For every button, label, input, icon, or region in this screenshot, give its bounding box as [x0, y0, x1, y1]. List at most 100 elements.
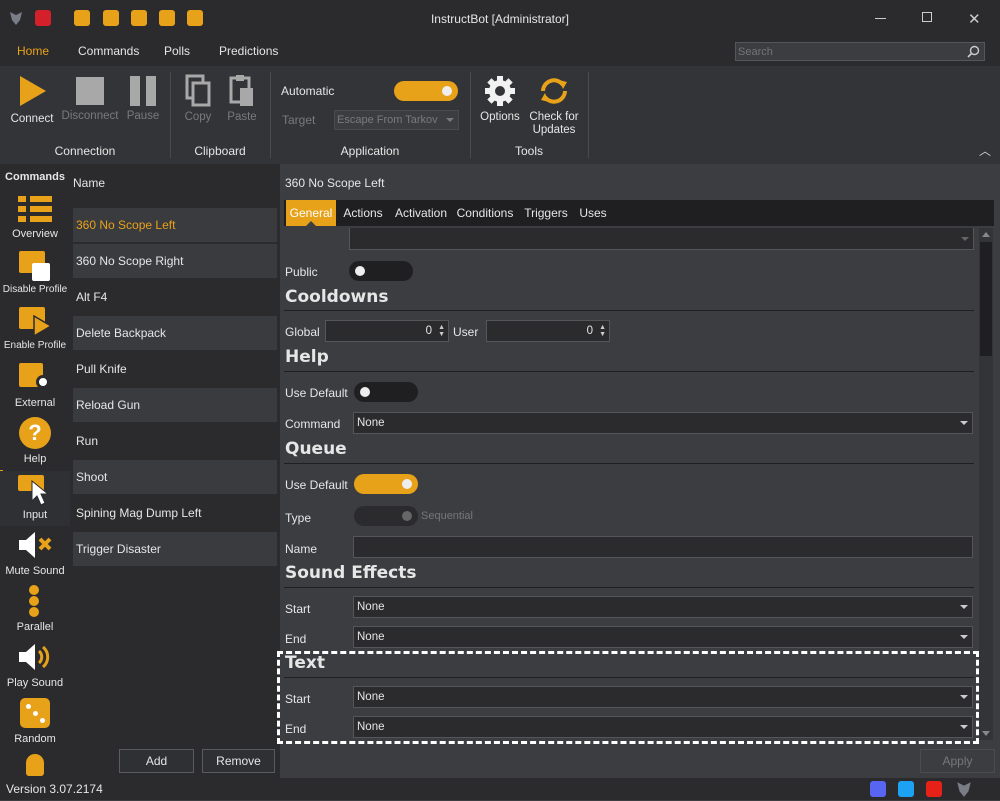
section-cooldowns: Cooldowns — [285, 287, 389, 307]
target-dropdown[interactable]: Escape From Tarkov — [334, 110, 459, 130]
text-section-highlight — [277, 651, 979, 744]
connect-button[interactable]: Connect — [6, 74, 58, 125]
global-label: Global — [285, 325, 320, 339]
editor-scrollbar[interactable] — [979, 228, 993, 740]
sfx-end-dropdown[interactable]: None — [353, 626, 973, 648]
queue-type-label: Type — [285, 511, 312, 525]
sidebar-label-play-sound: Play Sound — [6, 677, 64, 689]
sfx-start-dropdown[interactable]: None — [353, 596, 973, 618]
user-label: User — [453, 325, 479, 339]
sidebar-item-parallel[interactable]: Parallel — [0, 583, 70, 638]
automatic-label: Automatic — [281, 84, 335, 98]
help-command-label: Command — [285, 417, 341, 431]
sidebar-item-overview[interactable]: Overview — [0, 190, 70, 245]
tab-triggers[interactable]: Triggers — [522, 200, 570, 226]
global-cooldown-stepper[interactable]: 0 ▲ ▼ — [325, 320, 449, 342]
options-button[interactable]: Options — [478, 74, 522, 123]
sidebar-item-play-sound[interactable]: Play Sound — [0, 639, 70, 694]
list-item[interactable]: Spining Mag Dump Left — [73, 496, 277, 530]
list-item[interactable]: Shoot — [73, 460, 277, 494]
add-button[interactable]: Add — [119, 749, 194, 773]
tab-actions[interactable]: Actions — [340, 200, 386, 226]
disable-profile-icon — [18, 249, 52, 281]
list-item[interactable]: 360 No Scope Left — [73, 208, 277, 242]
help-command-value: None — [357, 417, 385, 429]
queue-use-default-label: Use Default — [285, 478, 348, 492]
search-icon[interactable] — [967, 45, 980, 58]
help-use-default-label: Use Default — [285, 386, 348, 400]
connect-label: Connect — [10, 113, 54, 125]
menu-polls[interactable]: Polls — [164, 44, 190, 58]
mute-sound-icon — [17, 529, 53, 561]
external-icon — [18, 361, 52, 393]
tab-uses[interactable]: Uses — [576, 200, 610, 226]
sidebar-label-disable-profile: Disable Profile — [2, 284, 68, 295]
menu-predictions[interactable]: Predictions — [219, 44, 278, 58]
list-item[interactable]: Reload Gun — [73, 388, 277, 422]
list-item[interactable]: Pull Knife — [73, 352, 277, 386]
search-input[interactable] — [738, 44, 958, 59]
public-label: Public — [285, 265, 318, 279]
enable-profile-icon — [18, 305, 52, 337]
pause-button[interactable]: Pause — [122, 74, 164, 122]
search-box[interactable] — [735, 42, 985, 61]
minimize-icon[interactable] — [875, 18, 886, 19]
check-updates-button[interactable]: Check for Updates — [526, 74, 582, 137]
queue-use-default-toggle[interactable] — [354, 474, 418, 494]
paste-label: Paste — [227, 111, 257, 123]
parallel-icon — [23, 585, 47, 617]
pause-label: Pause — [126, 110, 160, 122]
automatic-toggle[interactable] — [394, 81, 458, 101]
copy-icon — [185, 74, 211, 107]
tab-activation[interactable]: Activation — [392, 200, 450, 226]
help-icon: ? — [19, 417, 51, 449]
youtube-icon[interactable] — [926, 781, 942, 797]
list-item[interactable]: Delete Backpack — [73, 316, 277, 350]
disconnect-label: Disconnect — [61, 110, 119, 122]
maximize-icon[interactable] — [922, 12, 932, 22]
remove-button[interactable]: Remove — [202, 749, 275, 773]
version-text: Version 3.07.2174 — [6, 782, 103, 796]
list-item[interactable]: 360 No Scope Right — [73, 244, 277, 278]
public-toggle[interactable] — [349, 261, 413, 281]
disconnect-button[interactable]: Disconnect — [60, 74, 120, 122]
brand-logo-icon[interactable] — [955, 780, 973, 798]
sidebar-header: Commands — [5, 171, 65, 183]
sidebar-item-help[interactable]: ? Help — [0, 415, 70, 470]
close-icon[interactable]: ✕ — [968, 10, 981, 28]
menu-commands[interactable]: Commands — [78, 44, 139, 58]
discord-icon[interactable] — [870, 781, 886, 797]
sidebar-item-external[interactable]: External — [0, 359, 70, 414]
gear-icon — [485, 76, 515, 106]
help-command-dropdown[interactable]: None — [353, 412, 973, 434]
stop-icon — [76, 77, 104, 105]
tab-conditions[interactable]: Conditions — [456, 200, 514, 226]
list-item[interactable]: Alt F4 — [73, 280, 277, 314]
apply-button[interactable]: Apply — [920, 749, 995, 773]
section-help: Help — [285, 347, 329, 367]
sidebar-item-random[interactable]: Random — [0, 695, 70, 750]
paste-button[interactable]: Paste — [222, 74, 262, 123]
sidebar-item-enable-profile[interactable]: Enable Profile — [0, 303, 70, 358]
sidebar-item-disable-profile[interactable]: Disable Profile — [0, 247, 70, 302]
menu-home[interactable]: Home — [17, 44, 49, 58]
group-application-label: Application — [340, 144, 400, 158]
sidebar-label-help: Help — [23, 453, 47, 465]
collapse-ribbon-icon[interactable]: ︿ — [979, 142, 991, 159]
copy-button[interactable]: Copy — [178, 74, 218, 123]
list-item[interactable]: Trigger Disaster — [73, 532, 277, 566]
help-use-default-toggle[interactable] — [354, 382, 418, 402]
list-header-name: Name — [73, 176, 106, 190]
sfx-start-value: None — [357, 601, 385, 613]
queue-name-label: Name — [285, 542, 318, 556]
user-cooldown-stepper[interactable]: 0 ▲ ▼ — [486, 320, 610, 342]
queue-type-toggle[interactable] — [354, 506, 418, 526]
sidebar-item-mute-sound[interactable]: Mute Sound — [0, 527, 70, 582]
queue-name-input[interactable] — [353, 536, 973, 558]
top-text-field[interactable] — [349, 228, 974, 250]
twitter-icon[interactable] — [898, 781, 914, 797]
list-item[interactable]: Run — [73, 424, 277, 458]
sidebar-item-input[interactable]: Input — [0, 471, 70, 526]
input-icon — [18, 473, 52, 506]
scrollbar-thumb[interactable] — [980, 242, 992, 356]
